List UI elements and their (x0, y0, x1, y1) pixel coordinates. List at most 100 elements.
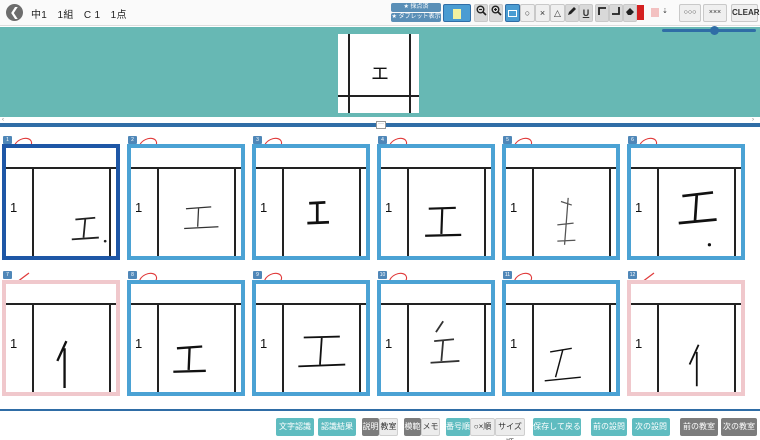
card-grid-line (157, 303, 159, 392)
zoom-slider-knob[interactable] (710, 26, 719, 35)
top-toolbar: ❮ 中1 1組 C 1 1点 ★ 採点済 ★ タブレット表示 ○ × △ U ⇣… (0, 0, 760, 26)
stamp-circles-button[interactable]: ○○○ (679, 4, 701, 22)
answer-card[interactable]: 1 (627, 144, 745, 260)
answer-preview: エ (338, 34, 419, 113)
card-grid-line (407, 303, 409, 392)
mark-triangle-button[interactable]: △ (550, 4, 565, 22)
question-number: 1 (135, 336, 143, 351)
card-grid-line (282, 167, 284, 256)
toggle-classroom-button[interactable]: 教室 (379, 418, 398, 436)
divider-grip-handle[interactable]: ··· (376, 121, 386, 129)
zoom-slider-track[interactable] (662, 29, 756, 32)
answer-card[interactable]: 1 (502, 144, 620, 260)
pen-button[interactable] (565, 4, 579, 22)
question-number: 1 (635, 200, 643, 215)
mark-cross-button[interactable]: × (535, 4, 550, 22)
card-grid-line (657, 303, 659, 392)
stamp-tool-button[interactable] (505, 4, 520, 22)
handwritten-answer (173, 345, 206, 373)
handwritten-answer (307, 201, 330, 225)
sort-by-number-button[interactable]: 番号順 (446, 418, 470, 436)
zoom-in-icon (491, 5, 502, 16)
handwritten-answer (71, 216, 107, 243)
pink-color-swatch[interactable] (651, 8, 659, 17)
handwritten-answer (688, 344, 700, 387)
eraser-button[interactable] (623, 4, 637, 22)
card-grid-line (32, 303, 34, 392)
corner-left-icon (598, 7, 606, 15)
handwritten-answer (184, 206, 219, 230)
sort-by-size-button[interactable]: サイズ順 (495, 418, 525, 440)
preview-grid-line (409, 34, 411, 113)
corner-right-button[interactable] (609, 4, 623, 22)
question-number: 1 (260, 200, 268, 215)
red-color-swatch[interactable] (637, 5, 644, 20)
answer-card[interactable]: 1 (2, 280, 120, 396)
zoom-out-button[interactable] (474, 4, 488, 22)
zoom-out-icon (476, 5, 487, 16)
handwritten-answer (425, 206, 462, 237)
grid-view-icon (453, 8, 461, 19)
char-recognition-button[interactable]: 文字認識 (276, 418, 314, 436)
answer-card[interactable]: 1 (127, 280, 245, 396)
mark-circle-button[interactable]: ○ (520, 4, 535, 22)
question-number: 1 (385, 200, 393, 215)
answer-card[interactable]: 1 (252, 144, 370, 260)
question-number: 1 (510, 336, 518, 351)
scroll-right-marker: › (752, 117, 754, 123)
stamp-crosses-button[interactable]: ××× (703, 4, 727, 22)
corner-right-icon (612, 7, 620, 15)
card-grid-line (407, 167, 409, 256)
card-grid-line (657, 167, 659, 256)
pen-icon (568, 7, 576, 15)
color-dropdown-arrow[interactable]: ⇣ (660, 4, 670, 22)
card-grid-line (532, 167, 534, 256)
stamp-icon (508, 10, 517, 18)
view-toggle-button[interactable] (443, 4, 471, 22)
tablet-badge: ★ タブレット表示 (391, 13, 441, 22)
page-title: 中1 1組 C 1 1点 (31, 10, 127, 21)
handwritten-answer (430, 320, 460, 364)
back-arrow-icon[interactable]: ❮ (6, 4, 23, 21)
answer-card[interactable]: 1 (502, 280, 620, 396)
card-grid-line (282, 303, 284, 392)
underline-button[interactable]: U (579, 4, 593, 22)
answer-card[interactable]: 1 (377, 144, 495, 260)
handwritten-answer (56, 340, 68, 388)
preview-grid-line (348, 34, 350, 113)
answer-card[interactable]: 1 (252, 280, 370, 396)
eraser-icon (625, 8, 634, 15)
handwritten-answer (678, 191, 717, 247)
answer-card[interactable]: 1 (377, 280, 495, 396)
clear-button[interactable]: CLEAR (731, 4, 760, 22)
toggle-memo-button[interactable]: メモ (421, 418, 440, 436)
zoom-in-button[interactable] (489, 4, 503, 22)
answer-card[interactable]: 1 (127, 144, 245, 260)
corner-left-button[interactable] (595, 4, 609, 22)
handwritten-answer (298, 335, 346, 368)
next-question-button[interactable]: 次の設問 (632, 418, 670, 436)
toggle-model-answer-button[interactable]: 模範 (404, 418, 421, 436)
question-number: 1 (510, 200, 518, 215)
answer-card[interactable]: 1 (2, 144, 120, 260)
answer-card[interactable]: 1 (627, 280, 745, 396)
question-number: 1 (260, 336, 268, 351)
footer-divider (0, 409, 760, 411)
graded-badge: ★ 採点済 (391, 3, 441, 12)
question-number: 1 (10, 336, 18, 351)
scroll-left-marker: ‹ (2, 117, 4, 123)
next-class-button[interactable]: 次の教室 (721, 418, 757, 436)
handwritten-answer (557, 197, 576, 245)
card-grid-line (157, 167, 159, 256)
question-number: 1 (135, 200, 143, 215)
question-number: 1 (385, 336, 393, 351)
card-grid-line (532, 303, 534, 392)
recognition-result-button[interactable]: 認識結果 (318, 418, 356, 436)
save-and-back-button[interactable]: 保存して戻る (533, 418, 581, 436)
toggle-explanation-button[interactable]: 説明 (362, 418, 379, 436)
prev-class-button[interactable]: 前の教室 (680, 418, 718, 436)
card-grid-line (32, 167, 34, 256)
prev-question-button[interactable]: 前の設問 (591, 418, 627, 436)
sort-by-mark-button[interactable]: ○×順 (470, 418, 495, 436)
question-number: 1 (635, 336, 643, 351)
